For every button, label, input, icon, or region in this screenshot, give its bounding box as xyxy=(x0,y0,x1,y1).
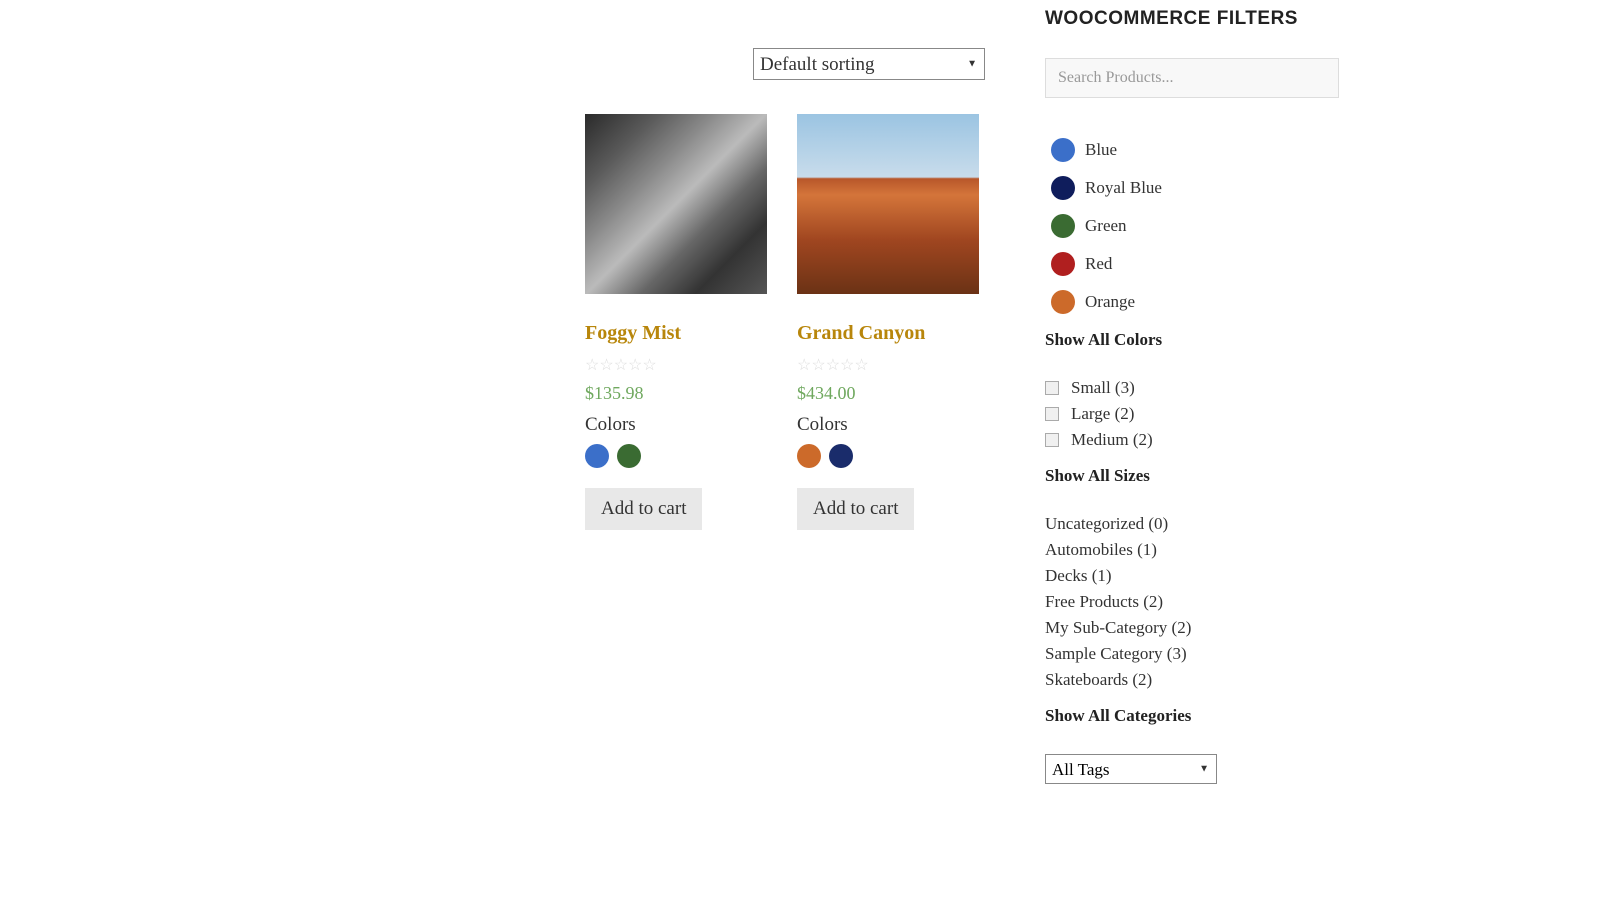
category-item[interactable]: Uncategorized (0) xyxy=(1045,514,1345,534)
swatch-row xyxy=(797,444,979,468)
sidebar-title: WOOCOMMERCE FILTERS xyxy=(1045,8,1345,30)
color-dot-icon xyxy=(1051,290,1075,314)
product-image[interactable] xyxy=(585,114,767,294)
category-item[interactable]: My Sub-Category (2) xyxy=(1045,618,1345,638)
color-name: Blue xyxy=(1085,140,1117,160)
color-swatch[interactable] xyxy=(829,444,853,468)
size-label: Medium (2) xyxy=(1071,430,1153,450)
color-swatch[interactable] xyxy=(797,444,821,468)
category-item[interactable]: Decks (1) xyxy=(1045,566,1345,586)
color-name: Royal Blue xyxy=(1085,178,1162,198)
checkbox[interactable] xyxy=(1045,381,1059,395)
tags-select[interactable]: All Tags xyxy=(1045,754,1217,784)
product-title[interactable]: Grand Canyon xyxy=(797,322,979,345)
colors-label: Colors xyxy=(797,414,979,436)
swatch-row xyxy=(585,444,767,468)
size-filter-item[interactable]: Small (3) xyxy=(1045,378,1345,398)
show-all-colors-link[interactable]: Show All Colors xyxy=(1045,330,1345,350)
product-image[interactable] xyxy=(797,114,979,294)
color-filter-item[interactable]: Royal Blue xyxy=(1045,176,1345,200)
color-dot-icon xyxy=(1051,138,1075,162)
star-rating: ☆☆☆☆☆ xyxy=(585,355,767,375)
show-all-categories-link[interactable]: Show All Categories xyxy=(1045,706,1345,726)
product-card: Grand Canyon ☆☆☆☆☆ $434.00 Colors Add to… xyxy=(797,114,979,530)
color-filter-item[interactable]: Blue xyxy=(1045,138,1345,162)
color-dot-icon xyxy=(1051,214,1075,238)
color-filter-item[interactable]: Red xyxy=(1045,252,1345,276)
colors-label: Colors xyxy=(585,414,767,436)
color-name: Orange xyxy=(1085,292,1135,312)
color-name: Red xyxy=(1085,254,1112,274)
category-item[interactable]: Free Products (2) xyxy=(1045,592,1345,612)
product-title[interactable]: Foggy Mist xyxy=(585,322,767,345)
product-card: Foggy Mist ☆☆☆☆☆ $135.98 Colors Add to c… xyxy=(585,114,767,530)
checkbox[interactable] xyxy=(1045,407,1059,421)
size-filter-list: Small (3) Large (2) Medium (2) xyxy=(1045,378,1345,450)
color-filter-item[interactable]: Orange xyxy=(1045,290,1345,314)
size-label: Small (3) xyxy=(1071,378,1135,398)
size-filter-item[interactable]: Medium (2) xyxy=(1045,430,1345,450)
color-name: Green xyxy=(1085,216,1127,236)
color-filter-list: Blue Royal Blue Green Red Orange xyxy=(1045,138,1345,314)
star-rating: ☆☆☆☆☆ xyxy=(797,355,979,375)
checkbox[interactable] xyxy=(1045,433,1059,447)
category-item[interactable]: Skateboards (2) xyxy=(1045,670,1345,690)
color-swatch[interactable] xyxy=(617,444,641,468)
sorting-select[interactable]: Default sorting xyxy=(753,48,985,80)
search-input[interactable] xyxy=(1045,58,1339,98)
product-grid: Foggy Mist ☆☆☆☆☆ $135.98 Colors Add to c… xyxy=(585,114,985,530)
add-to-cart-button[interactable]: Add to cart xyxy=(797,488,914,530)
add-to-cart-button[interactable]: Add to cart xyxy=(585,488,702,530)
category-list: Uncategorized (0) Automobiles (1) Decks … xyxy=(1045,514,1345,690)
category-item[interactable]: Automobiles (1) xyxy=(1045,540,1345,560)
product-price: $434.00 xyxy=(797,383,979,404)
color-swatch[interactable] xyxy=(585,444,609,468)
product-price: $135.98 xyxy=(585,383,767,404)
category-item[interactable]: Sample Category (3) xyxy=(1045,644,1345,664)
show-all-sizes-link[interactable]: Show All Sizes xyxy=(1045,466,1345,486)
size-filter-item[interactable]: Large (2) xyxy=(1045,404,1345,424)
color-dot-icon xyxy=(1051,252,1075,276)
color-filter-item[interactable]: Green xyxy=(1045,214,1345,238)
color-dot-icon xyxy=(1051,176,1075,200)
size-label: Large (2) xyxy=(1071,404,1134,424)
